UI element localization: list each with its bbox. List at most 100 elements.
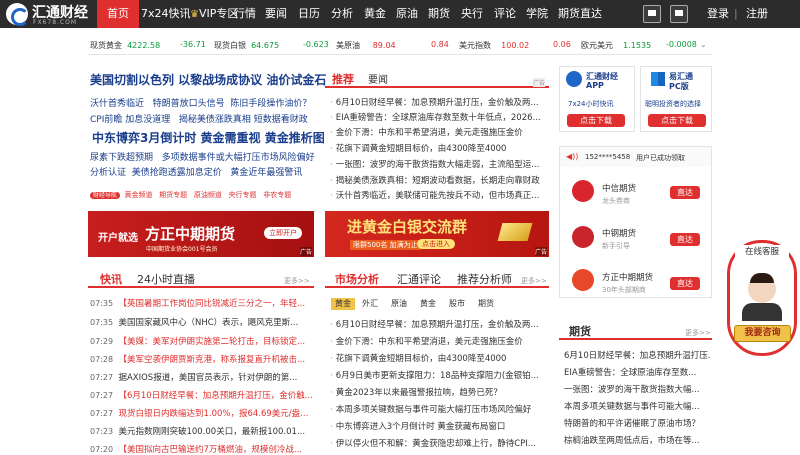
direct-fangzheng-button[interactable]: 直达 — [670, 277, 700, 290]
app-download-card: 汇通财经 APP 7x24小时快讯 点击下载 — [559, 66, 635, 132]
tab-huitong-comment[interactable]: 汇通评论 — [397, 271, 441, 287]
list-item[interactable]: 07:23 美元指数刚刚突破100.00关口，最新报100.01... — [90, 425, 312, 437]
ticker-silver[interactable]: 现货白银 64.675 — [214, 40, 279, 51]
analysis-more-link[interactable]: 更多>> — [521, 276, 547, 286]
zhonggang-futures-logo — [572, 226, 594, 248]
nav-calendar[interactable]: 日历 — [298, 0, 320, 28]
nav-vip[interactable]: ♛VIP专区 — [190, 0, 238, 28]
second-headline[interactable]: 中东博弈3月倒计时 黄金需重视 黄金推析图 — [92, 129, 325, 146]
open-account-button[interactable]: 立即开户 — [264, 227, 302, 239]
nav-gold[interactable]: 黄金 — [364, 0, 386, 28]
ticker-usd-index[interactable]: 美元指数 100.02 — [459, 40, 529, 51]
gold-bars-image — [497, 223, 533, 241]
channel-tags: 财经导航 黄金频道 期货专题 原油频道 央行专题 非农专题 — [90, 190, 291, 200]
ticker-silver-change: -0.623 — [303, 40, 329, 49]
top-nav-bar: 汇通财经 FX678.COM 首页 7x24快讯 ♛VIP专区 行情 要闻 日历… — [0, 0, 800, 28]
download-app-button[interactable]: 点击下载 — [567, 114, 625, 127]
nav-futures-direct[interactable]: 期货直达 — [558, 0, 602, 28]
tab-analysts[interactable]: 推荐分析师 — [457, 271, 512, 287]
logo-icon — [6, 3, 29, 26]
download-pc-button[interactable]: 点击下载 — [648, 114, 706, 127]
register-link[interactable]: 注册 — [746, 0, 768, 28]
list-item[interactable]: 07:20 【美国拟向古巴输送约7万桶燃油，规模创冷战... — [90, 443, 312, 455]
list-item[interactable]: 揭秘美债涨跌真相：短期波动看数据，长期走向靠财政 — [330, 174, 548, 186]
ad-banner-gold-group[interactable]: 进黄金白银交流群 限群500名 加满为止 点击进入 广告 — [325, 211, 549, 257]
flash-more-link[interactable]: 更多>> — [284, 276, 310, 286]
broker-accounts-card: ◀)) 152****5458 用户已成功领取 中信期货 龙头券商 直达 中钢期… — [559, 146, 712, 298]
list-item[interactable]: 伊以停火但不和解：黄金获隐忠却难上行，静待CPI... — [330, 437, 548, 449]
headline-row-1: 沃什首秀临近 特朗普放口头信号 陈旧手段操作油价？ — [90, 99, 312, 109]
tab-24h-live[interactable]: 24小时直播 — [137, 271, 195, 287]
list-item[interactable]: EIA重磅警告：全球原油库存至数... — [564, 366, 710, 378]
list-item[interactable]: 一张图：波罗的海干散货指数大幅... — [564, 383, 710, 395]
futures-title: 期货 — [569, 325, 591, 338]
list-item[interactable]: 金价下滑：中东和平希望消退，美元走强施压金价 — [330, 335, 548, 347]
windows-icon — [651, 72, 665, 86]
headline-row-2: CPI前瞻 加息没道理 揭秘美债涨跌真相 短数据看财政 — [90, 115, 308, 125]
nav-central-bank[interactable]: 央行 — [461, 0, 483, 28]
tab-flash[interactable]: 快讯 — [100, 271, 122, 287]
subtab-stocks[interactable]: 股市 — [445, 298, 469, 310]
chevron-down-icon[interactable]: ⌄ — [700, 40, 707, 49]
ad-banner-fangzheng[interactable]: 开户就选 方正中期期货 中国期货业协会001号会员 立即开户 广告 — [88, 211, 314, 257]
nav-7x24[interactable]: 7x24快讯 — [141, 0, 191, 28]
list-item[interactable]: 6月10日财经早餐：加息预期升温打压... — [564, 349, 710, 361]
tab-market-analysis[interactable]: 市场分析 — [335, 271, 379, 287]
list-item[interactable]: 金价下滑：中东和平希望消退，美元走强施压金价 — [330, 126, 548, 138]
list-item[interactable]: 花旗下调黄金短期目标价，由4300降至4000 — [330, 352, 548, 364]
online-service-widget[interactable]: 在线客服 我要咨询 — [727, 240, 797, 356]
list-item[interactable]: 一张图：波罗的海干散货指数大幅走弱，主流船型运... — [330, 158, 548, 170]
futures-more-link[interactable]: 更多>> — [685, 328, 711, 338]
nav-quotes[interactable]: 行情 — [234, 0, 256, 28]
list-item[interactable]: 07:35 【英国暑期工作岗位同比锐减近三分之一，年轻... — [90, 297, 312, 309]
subtab-oil[interactable]: 原油 — [387, 298, 411, 310]
list-item[interactable]: 07:35 美国国家藏风中心（NHC）表示，飓风克里斯... — [90, 316, 312, 328]
nav-home[interactable]: 首页 — [97, 0, 139, 28]
direct-citic-button[interactable]: 直达 — [670, 186, 700, 199]
nav-news[interactable]: 要闻 — [265, 0, 287, 28]
consult-button[interactable]: 我要咨询 — [734, 325, 791, 342]
list-item[interactable]: 本周多项关键数据与事件可能大幅... — [564, 400, 710, 412]
list-item[interactable]: 6月10日财经早餐：加息预期升温打压，金价触及两... — [330, 318, 548, 330]
list-item[interactable]: 07:28 【美军空袭伊朗贾斯克港，称系报复直升机被击... — [90, 353, 312, 365]
list-item[interactable]: 特朗普的和平许诺催眠了原油市场？ — [564, 417, 710, 429]
list-item[interactable]: 花旗下调黄金短期目标价，由4300降至4000 — [330, 142, 548, 154]
nav-oil[interactable]: 原油 — [396, 0, 418, 28]
list-item[interactable]: 中东博弈进入3个月倒计时 黄金获藏布局窗口 — [330, 420, 548, 432]
nav-analysis[interactable]: 分析 — [331, 0, 353, 28]
list-item[interactable]: 本周多项关键数据与事件可能大幅打压市场风险偏好 — [330, 403, 548, 415]
ticker-gold[interactable]: 现货黄金 4222.58 — [90, 40, 160, 51]
site-logo[interactable]: 汇通财经 FX678.COM — [6, 2, 96, 26]
nav-commentary[interactable]: 评论 — [494, 0, 516, 28]
subtab-gold[interactable]: 黄金 — [331, 298, 355, 310]
list-item[interactable]: 07:27 【6月10日财经早餐：加息预期升温打压，金价触... — [90, 389, 312, 401]
list-item[interactable]: 沃什首秀临近，美联储可能先按兵不动，但市场真正... — [330, 189, 548, 201]
subtab-forex[interactable]: 外汇 — [358, 298, 382, 310]
subtab-gold-2[interactable]: 黄金 — [416, 298, 440, 310]
list-item[interactable]: 棕榈油跌至两周低点后，市场在等... — [564, 434, 710, 446]
ticker-eurusd[interactable]: 欧元美元 1.1535 — [581, 40, 651, 51]
list-item[interactable]: 6月9日美市更新支撑阻力：18品种支撑阻力(金银铂... — [330, 369, 548, 381]
list-item[interactable]: EIA重磅警告：全球原油库存数至数十年低点，2026... — [330, 111, 548, 123]
desktop-icon[interactable] — [643, 5, 661, 23]
speaker-icon: ◀)) — [566, 152, 579, 161]
list-item[interactable]: 07:27 据AXIOS报道，美国官员表示，针对伊朗的第... — [90, 371, 312, 383]
join-group-button[interactable]: 点击进入 — [417, 239, 455, 249]
nav-academy[interactable]: 学院 — [526, 0, 548, 28]
vip-crown-icon: ♛ — [190, 9, 199, 20]
nav-futures[interactable]: 期货 — [428, 0, 450, 28]
login-link[interactable]: 登录 — [707, 0, 729, 28]
list-item[interactable]: 07:29 【美媒：美军对伊朗实施第二轮打击，目标锁定... — [90, 335, 312, 347]
list-item[interactable]: 黄金2023年以来最强警报拉响，趋势已死？ — [330, 386, 548, 398]
mobile-icon[interactable] — [670, 5, 688, 23]
list-item[interactable]: 6月10日财经早餐：加息预期升温打压，金价触及两... — [330, 96, 548, 108]
main-headline[interactable]: 美国切割以色列 以黎战场成协议 油价试金石 — [90, 71, 326, 88]
ticker-oil[interactable]: 美原油 89.04 — [336, 40, 396, 51]
huitong-app-icon — [566, 71, 582, 87]
direct-zhonggang-button[interactable]: 直达 — [670, 233, 700, 246]
subtab-futures[interactable]: 期货 — [474, 298, 498, 310]
tab-headlines[interactable]: 要闻 — [368, 71, 388, 86]
fangzheng-futures-logo — [572, 269, 594, 291]
list-item[interactable]: 07:27 现货白银日内跌幅达到1.00%，报64.69美元/盎... — [90, 407, 312, 419]
tab-recommend[interactable]: 推荐 — [332, 71, 354, 87]
